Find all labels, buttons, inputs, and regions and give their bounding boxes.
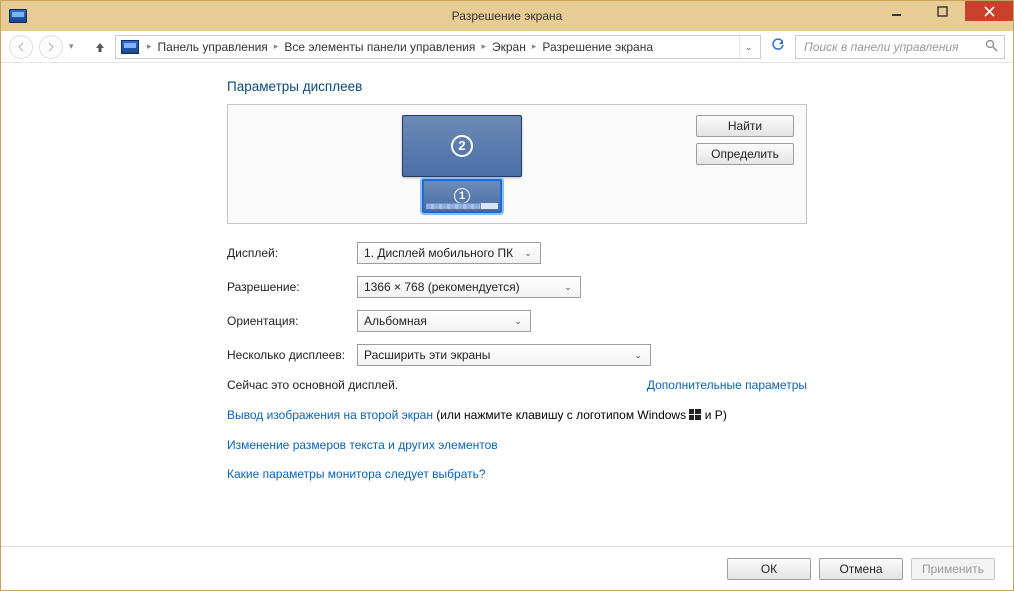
breadcrumb[interactable]: ▸ Панель управления ▸ Все элементы панел… xyxy=(115,35,761,59)
multi-display-label: Несколько дисплеев: xyxy=(227,348,357,362)
breadcrumb-item[interactable]: Все элементы панели управления xyxy=(282,40,477,54)
maximize-button[interactable] xyxy=(919,1,965,21)
project-paragraph: Вывод изображения на второй экран (или н… xyxy=(227,408,807,424)
search-box[interactable] xyxy=(795,35,1005,59)
monitor-2[interactable]: 2 xyxy=(402,115,522,177)
resolution-label: Разрешение: xyxy=(227,280,357,294)
navbar: ▾ ▸ Панель управления ▸ Все элементы пан… xyxy=(1,31,1013,63)
chevron-right-icon: ▸ xyxy=(270,41,283,52)
display-label: Дисплей: xyxy=(227,246,357,260)
multi-display-select[interactable]: Расширить эти экраны ⌄ xyxy=(357,344,651,366)
content: Параметры дисплеев 2 1 xyxy=(1,63,1013,546)
which-params-link[interactable]: Какие параметры монитора следует выбрать… xyxy=(227,467,486,481)
titlebar: Разрешение экрана xyxy=(1,1,1013,31)
chevron-right-icon: ▸ xyxy=(143,41,156,52)
body: Параметры дисплеев 2 1 xyxy=(1,63,1013,590)
display-value: 1. Дисплей мобильного ПК xyxy=(364,246,513,260)
cancel-button[interactable]: Отмена xyxy=(819,558,903,580)
breadcrumb-item[interactable]: Экран xyxy=(490,40,528,54)
project-to-second-screen-link[interactable]: Вывод изображения на второй экран xyxy=(227,408,433,422)
apply-button[interactable]: Применить xyxy=(911,558,995,580)
display-select[interactable]: 1. Дисплей мобильного ПК ⌄ xyxy=(357,242,541,264)
main-display-text: Сейчас это основной дисплей. xyxy=(227,378,398,392)
find-button[interactable]: Найти xyxy=(696,115,794,137)
chevron-right-icon: ▸ xyxy=(528,41,541,52)
ok-button[interactable]: ОК xyxy=(727,558,811,580)
text-size-link[interactable]: Изменение размеров текста и других элеме… xyxy=(227,438,498,452)
chevron-down-icon: ⌄ xyxy=(630,348,646,362)
monitor-number: 2 xyxy=(451,135,473,157)
chevron-down-icon: ⌄ xyxy=(510,314,526,328)
orientation-value: Альбомная xyxy=(364,314,427,328)
monitor-number: 1 xyxy=(454,188,470,204)
resolution-value: 1366 × 768 (рекомендуется) xyxy=(364,280,520,294)
breadcrumb-dropdown-icon[interactable]: ⌄ xyxy=(739,36,757,58)
project-suffix-b: и P) xyxy=(701,408,726,422)
history-dropdown-icon[interactable]: ▾ xyxy=(69,41,81,52)
orientation-select[interactable]: Альбомная ⌄ xyxy=(357,310,531,332)
control-panel-icon xyxy=(121,40,139,54)
monitor-picker: 2 1 Найти Определить xyxy=(227,104,807,224)
breadcrumb-item[interactable]: Панель управления xyxy=(156,40,270,54)
minimize-button[interactable] xyxy=(873,1,919,21)
monitor-1-selected[interactable]: 1 xyxy=(422,179,502,213)
monitor-stage[interactable]: 2 1 xyxy=(228,105,696,223)
resolution-select[interactable]: 1366 × 768 (рекомендуется) ⌄ xyxy=(357,276,581,298)
app-icon xyxy=(9,9,27,23)
refresh-button[interactable] xyxy=(767,38,789,55)
window-root: Разрешение экрана ▾ ▸ Панель уп xyxy=(0,0,1014,591)
forward-button[interactable] xyxy=(39,35,63,59)
window-buttons xyxy=(873,1,1013,31)
orientation-label: Ориентация: xyxy=(227,314,357,328)
settings-form: Дисплей: 1. Дисплей мобильного ПК ⌄ Разр… xyxy=(227,242,807,366)
windows-logo-icon xyxy=(689,409,701,421)
footer: ОК Отмена Применить xyxy=(1,546,1013,590)
status-row: Сейчас это основной дисплей. Дополнитель… xyxy=(227,378,807,392)
chevron-down-icon: ⌄ xyxy=(520,246,536,260)
chevron-right-icon: ▸ xyxy=(477,41,490,52)
advanced-settings-link[interactable]: Дополнительные параметры xyxy=(647,378,807,392)
search-icon xyxy=(985,39,998,55)
back-button[interactable] xyxy=(9,35,33,59)
up-button[interactable] xyxy=(91,38,109,56)
window-title: Разрешение экрана xyxy=(1,9,1013,23)
breadcrumb-item[interactable]: Разрешение экрана xyxy=(540,40,655,54)
multi-display-value: Расширить эти экраны xyxy=(364,348,490,362)
search-input[interactable] xyxy=(802,39,985,55)
identify-button[interactable]: Определить xyxy=(696,143,794,165)
project-suffix-a: (или нажмите клавишу с логотипом Windows xyxy=(433,408,689,422)
chevron-down-icon: ⌄ xyxy=(560,280,576,294)
tray-icon xyxy=(480,203,498,209)
page-heading: Параметры дисплеев xyxy=(227,79,807,94)
close-button[interactable] xyxy=(965,1,1013,21)
